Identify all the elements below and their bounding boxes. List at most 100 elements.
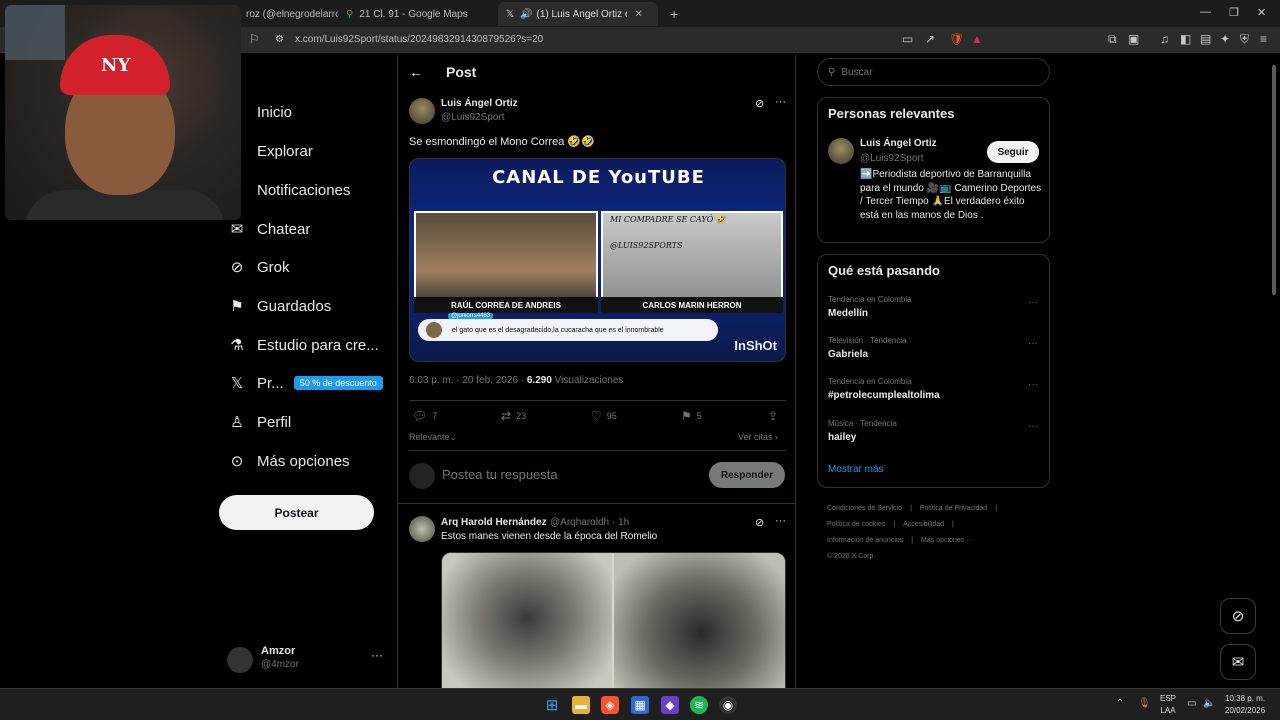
more-icon[interactable]: ··· — [775, 96, 786, 108]
microphone-icon[interactable]: 🎙 — [1138, 698, 1151, 709]
close-tab-icon[interactable]: ✕ — [635, 9, 643, 20]
footer-link[interactable]: Accesibilidad — [903, 521, 944, 528]
nav-creator-studio[interactable]: ⚗ Estudio para cre... — [227, 333, 378, 357]
game-app-icon[interactable]: ◆ — [661, 696, 679, 714]
minimize-icon[interactable]: — — [1200, 6, 1211, 18]
close-window-icon[interactable]: ✕ — [1257, 6, 1266, 19]
extensions-icon[interactable]: ⧉ — [1108, 32, 1117, 47]
brave-browser-icon[interactable]: ◈ — [601, 696, 619, 714]
sidebar-icon[interactable]: ◧ — [1180, 32, 1191, 46]
share-icon[interactable]: ↗ — [925, 32, 935, 46]
maximize-icon[interactable]: ❐ — [1229, 6, 1239, 19]
bookmark-action[interactable]: ⚑ 5 — [681, 409, 702, 423]
media-left-pane — [414, 211, 598, 311]
view-quotes-link[interactable]: Ver citas › — [738, 432, 778, 442]
reply-author-avatar[interactable] — [409, 516, 435, 542]
cast-icon[interactable]: ▭ — [902, 32, 913, 46]
vpn-icon[interactable]: ⛨ — [1240, 32, 1249, 47]
footer-link[interactable]: Información de anuncios — [827, 537, 903, 544]
browser-tab[interactable]: ⚲ 21 Cl. 91 - Google Maps — [338, 2, 498, 26]
post-timestamp[interactable]: 6:03 p. m. · 20 feb. 2026 · — [409, 375, 527, 386]
show-more-link[interactable]: Mostrar más — [828, 464, 884, 475]
nav-more-options[interactable]: ⊙ Más opciones — [227, 449, 350, 473]
spotify-icon[interactable]: ≋ — [690, 696, 708, 714]
screenshot-icon[interactable]: ▣ — [1128, 32, 1139, 46]
person-name[interactable]: Luis Ángel Ortiz — [860, 138, 937, 149]
back-arrow-icon[interactable]: ← — [409, 64, 423, 80]
nav-bookmarks[interactable]: ⚑ Guardados — [227, 294, 331, 318]
system-clock[interactable]: 10:38 p. m. 20/02/2026 — [1225, 693, 1265, 717]
language-indicator[interactable]: ESP LAA — [1160, 693, 1176, 717]
url-field[interactable]: x.com/Luis92Sport/status/202498329143087… — [295, 34, 543, 45]
more-icon[interactable]: ··· — [1028, 379, 1038, 390]
post-video[interactable]: CANAL DE YouTUBE MI COMPADRE SE CAYÓ 🤣 @… — [409, 158, 786, 362]
browser-tab[interactable]: roz (@elnegrodelarroz — [238, 2, 338, 26]
footer-link[interactable]: Política de cookies — [827, 521, 885, 528]
author-name[interactable]: Luis Ángel Ortiz — [441, 98, 518, 109]
more-icon[interactable]: ··· — [371, 648, 383, 662]
footer-link[interactable]: Política de Privacidad — [920, 505, 987, 512]
grok-fab[interactable]: ⊘ — [1220, 598, 1256, 634]
brave-shield-icon[interactable]: 🛡 — [949, 32, 964, 46]
footer-link[interactable]: Condiciones de Servicio — [827, 505, 902, 512]
trend-item[interactable]: Televisión · Tendencia Gabriela ··· — [828, 336, 1038, 360]
reply-action[interactable]: 💬︎ 7 — [412, 409, 437, 423]
more-icon[interactable]: ··· — [1028, 421, 1038, 432]
more-icon[interactable]: ··· — [1028, 338, 1038, 349]
account-switcher[interactable]: Amzor @4mzor ··· — [227, 643, 387, 679]
author-avatar[interactable] — [409, 98, 435, 124]
file-explorer-icon[interactable]: ▬ — [572, 696, 590, 714]
windows-start-icon[interactable]: ⊞ — [543, 696, 561, 714]
trend-item[interactable]: Tendencia en Colombia #petrolecumplealto… — [828, 377, 1038, 401]
reply-button[interactable]: Responder — [709, 462, 785, 488]
trend-item[interactable]: Tendencia en Colombia Medellín ··· — [828, 295, 1038, 319]
obs-icon[interactable]: ◉ — [719, 696, 737, 714]
more-icon[interactable]: ··· — [775, 515, 786, 527]
menu-icon[interactable]: ≡ — [1260, 32, 1267, 46]
sort-dropdown[interactable]: Relevante⌄ — [409, 432, 457, 443]
reply-author-name[interactable]: Arq Harold Hernández — [441, 517, 547, 528]
scrollbar[interactable] — [1271, 55, 1277, 691]
nav-profile[interactable]: ♙ Perfil — [227, 410, 291, 434]
site-info-icon[interactable]: ⚙ — [275, 34, 284, 45]
reply-author-handle[interactable]: @Arqharoldh — [550, 517, 609, 528]
store-icon[interactable]: ▦ — [631, 696, 649, 714]
scrollbar-thumb[interactable] — [1272, 65, 1276, 295]
search-input[interactable]: ⚲ Buscar — [817, 58, 1050, 86]
brave-rewards-icon[interactable]: ▲ — [971, 32, 983, 46]
messages-fab[interactable]: ✉ — [1220, 644, 1256, 680]
music-icon[interactable]: ♫ — [1160, 32, 1169, 46]
nav-notifications[interactable]: Notificaciones — [227, 178, 350, 202]
avatar[interactable] — [828, 138, 854, 164]
reply-image-left — [442, 553, 612, 695]
new-tab-button[interactable]: + — [662, 2, 682, 26]
bookmark-count: 5 — [696, 411, 702, 421]
leo-ai-icon[interactable]: ✦ — [1220, 32, 1230, 46]
chevron-down-icon: ⌄ — [449, 432, 458, 442]
grok-icon[interactable]: ⊘ — [755, 516, 764, 529]
nav-chat[interactable]: ✉ Chatear — [227, 217, 311, 241]
browser-tab-active[interactable]: 𝕏 🔊 (1) Luis Ángel Ortiz en X: "Se ✕ — [498, 2, 658, 26]
author-handle[interactable]: @Luis92Sport — [441, 112, 505, 123]
tray-overflow-icon[interactable]: ⌃ — [1116, 698, 1124, 709]
bookmark-page-icon[interactable]: ⚐ — [249, 32, 260, 46]
trend-item[interactable]: Música · Tendencia hailey ··· — [828, 419, 1038, 443]
nav-label: Inicio — [257, 103, 293, 121]
person-handle[interactable]: @Luis92Sport — [860, 153, 924, 164]
repost-action[interactable]: ⇄ 23 — [501, 409, 526, 423]
network-icon[interactable]: ▭ — [1187, 698, 1196, 709]
like-action[interactable]: ♡ 95 — [591, 409, 617, 423]
share-action[interactable]: ⇪ — [768, 409, 783, 423]
reply-image[interactable] — [441, 552, 786, 695]
wallet-icon[interactable]: ▤ — [1200, 32, 1211, 46]
grok-icon[interactable]: ⊘ — [755, 97, 764, 110]
post-button[interactable]: Postear — [219, 495, 374, 530]
nav-premium[interactable]: 𝕏 Pr... 50 % de descuento — [227, 371, 383, 395]
more-icon[interactable]: ··· — [1028, 297, 1038, 308]
nav-grok[interactable]: ⊘ Grok — [227, 255, 290, 279]
reply-input[interactable]: Postea tu respuesta — [442, 467, 558, 482]
follow-button[interactable]: Seguir — [987, 141, 1039, 163]
main-column: ← Post Luis Ángel Ortiz @Luis92Sport ⊘ ·… — [397, 55, 796, 695]
footer-link[interactable]: Más opciones ··· — [921, 537, 973, 544]
volume-icon[interactable]: 🔈 — [1203, 698, 1215, 709]
